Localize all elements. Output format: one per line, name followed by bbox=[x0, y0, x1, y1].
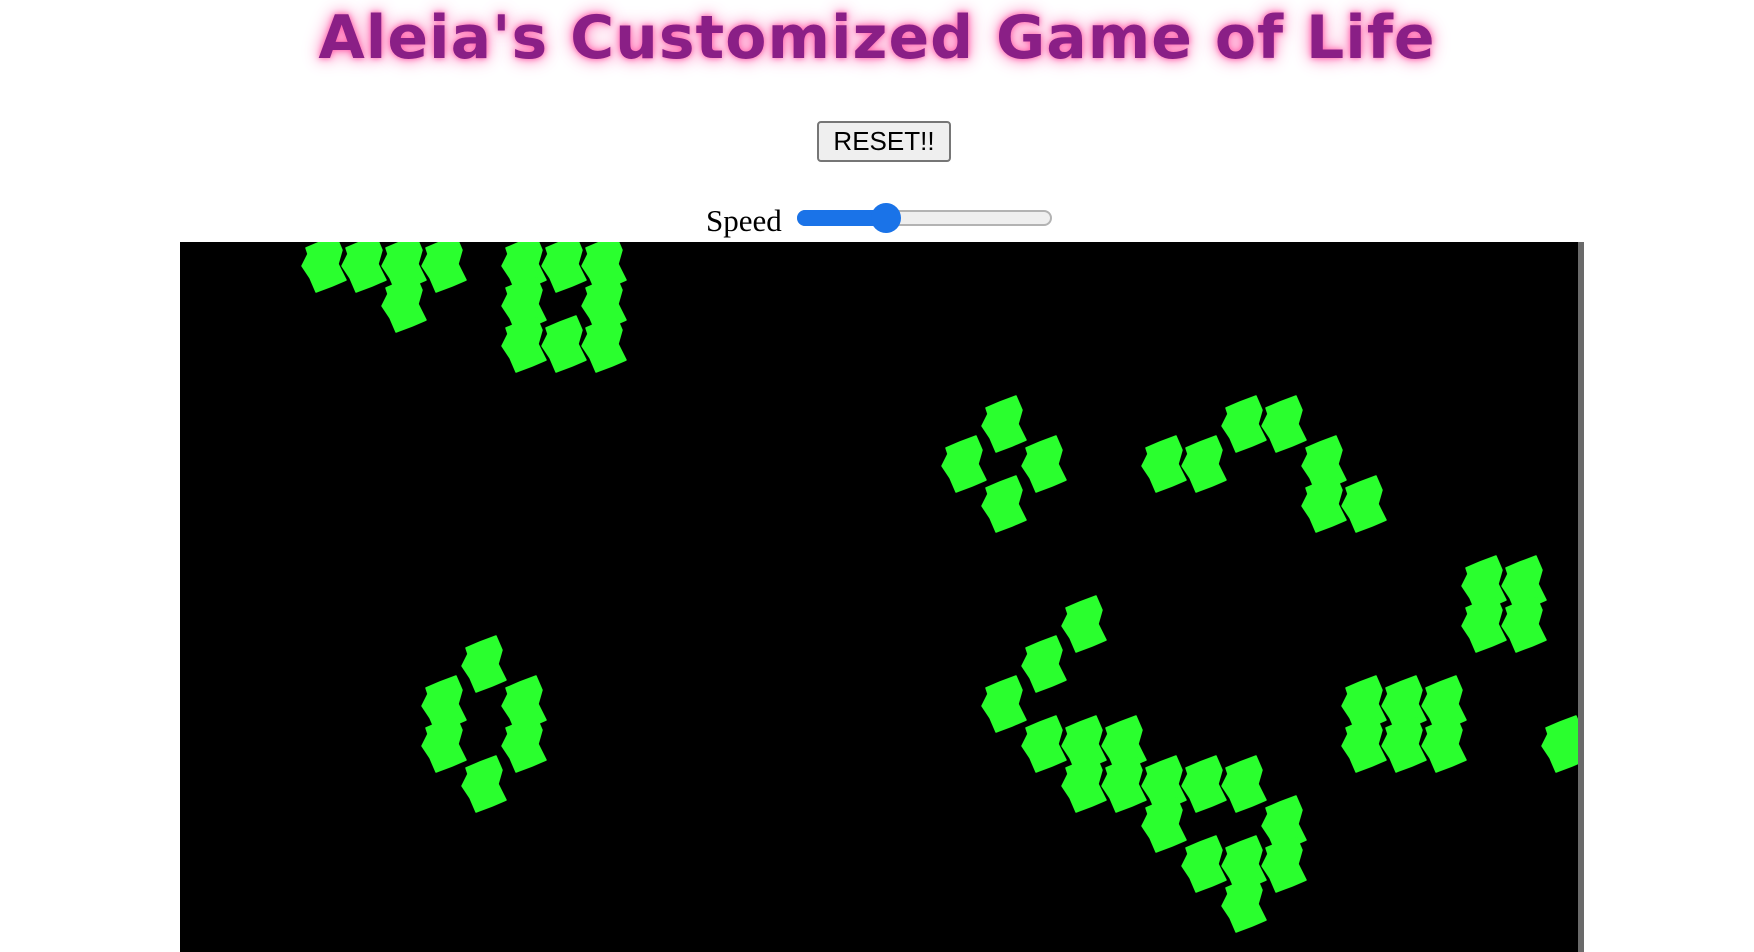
live-cell[interactable] bbox=[981, 475, 1027, 533]
live-cell[interactable] bbox=[981, 395, 1027, 453]
live-cell[interactable] bbox=[541, 315, 587, 373]
live-cell[interactable] bbox=[1221, 875, 1267, 933]
live-cell[interactable] bbox=[581, 315, 627, 373]
speed-label: Speed bbox=[706, 203, 782, 238]
live-cell[interactable] bbox=[1061, 755, 1107, 813]
live-cell[interactable] bbox=[1221, 755, 1267, 813]
live-cell[interactable] bbox=[1021, 635, 1067, 693]
game-board-canvas[interactable] bbox=[180, 242, 1584, 952]
live-cell[interactable] bbox=[1061, 595, 1107, 653]
live-cell[interactable] bbox=[1021, 715, 1067, 773]
board-edge bbox=[1578, 242, 1584, 952]
live-cell[interactable] bbox=[501, 315, 547, 373]
live-cell[interactable] bbox=[1261, 395, 1307, 453]
live-cell[interactable] bbox=[1341, 475, 1387, 533]
live-cell[interactable] bbox=[1221, 395, 1267, 453]
live-cell[interactable] bbox=[1261, 835, 1307, 893]
live-cell[interactable] bbox=[1461, 595, 1507, 653]
live-cell[interactable] bbox=[381, 275, 427, 333]
live-cell[interactable] bbox=[341, 242, 387, 293]
live-cell[interactable] bbox=[1141, 435, 1187, 493]
live-cell[interactable] bbox=[1181, 435, 1227, 493]
live-cell[interactable] bbox=[1421, 715, 1467, 773]
live-cell[interactable] bbox=[1301, 475, 1347, 533]
game-board[interactable] bbox=[180, 242, 1584, 952]
live-cell[interactable] bbox=[461, 755, 507, 813]
live-cell[interactable] bbox=[1141, 795, 1187, 853]
live-cell[interactable] bbox=[1181, 755, 1227, 813]
live-cell[interactable] bbox=[1021, 435, 1067, 493]
live-cell[interactable] bbox=[1101, 755, 1147, 813]
live-cell[interactable] bbox=[941, 435, 987, 493]
live-cell[interactable] bbox=[1181, 835, 1227, 893]
live-cell[interactable] bbox=[301, 242, 347, 293]
speed-slider[interactable] bbox=[797, 203, 1052, 233]
speed-slider-thumb[interactable] bbox=[871, 203, 901, 233]
live-cell[interactable] bbox=[501, 675, 547, 733]
live-cell[interactable] bbox=[421, 242, 467, 293]
reset-button[interactable]: RESET!! bbox=[817, 121, 951, 162]
live-cell[interactable] bbox=[421, 715, 467, 773]
live-cell[interactable] bbox=[981, 675, 1027, 733]
live-cell[interactable] bbox=[461, 635, 507, 693]
page-title: Aleia's Customized Game of Life bbox=[318, 3, 1436, 73]
live-cell[interactable] bbox=[1501, 595, 1547, 653]
live-cell[interactable] bbox=[1381, 715, 1427, 773]
page: Aleia's Customized Game of Life RESET!! … bbox=[0, 0, 1754, 952]
live-cell[interactable] bbox=[541, 242, 587, 293]
live-cell[interactable] bbox=[1341, 715, 1387, 773]
